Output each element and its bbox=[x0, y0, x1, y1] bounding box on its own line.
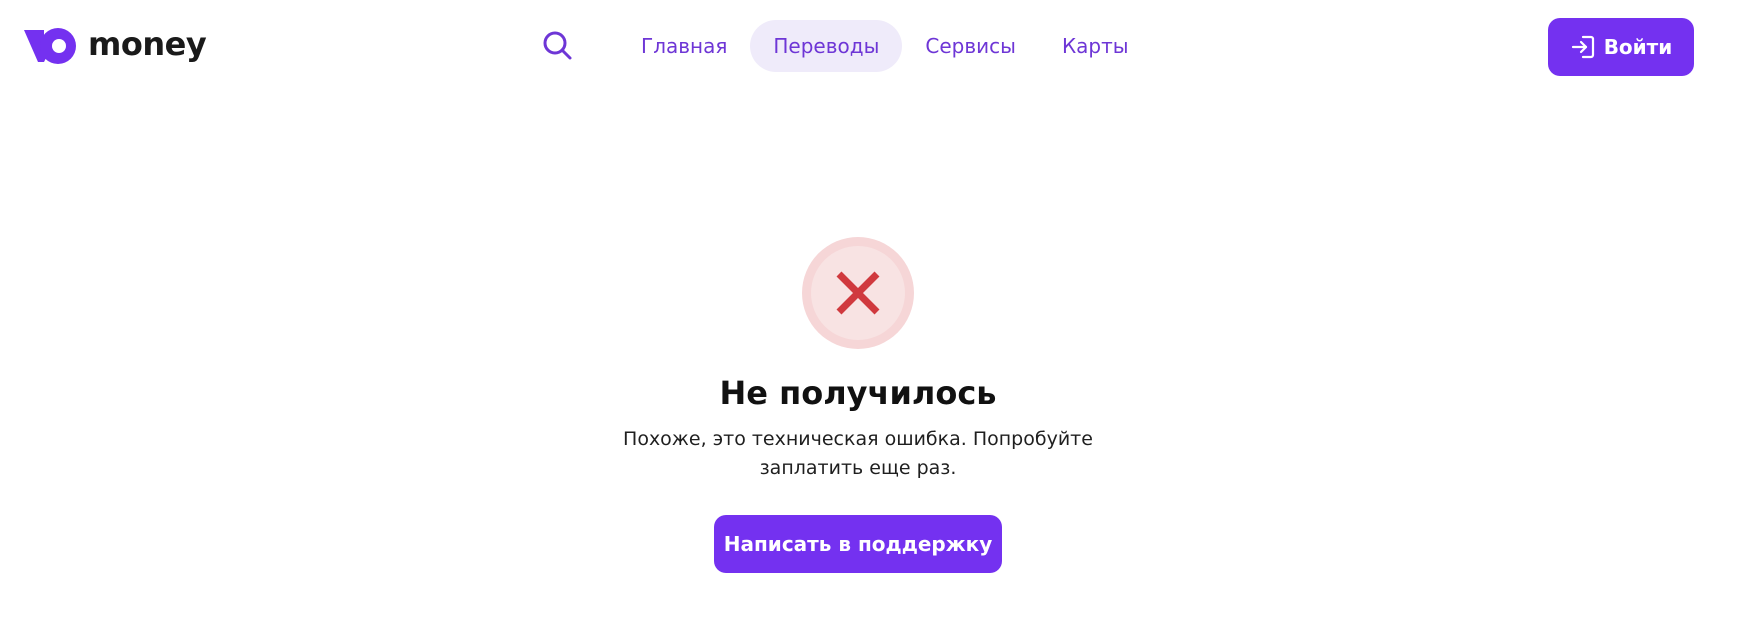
nav-item-transfers[interactable]: Переводы bbox=[750, 20, 903, 72]
error-panel: Не получилось Похоже, это техническая ош… bbox=[0, 92, 1750, 632]
login-icon bbox=[1571, 35, 1594, 59]
contact-support-button[interactable]: Написать в поддержку bbox=[714, 515, 1002, 573]
error-title: Не получилось bbox=[719, 374, 997, 412]
error-message: Похоже, это техническая ошибка. Попробуй… bbox=[623, 428, 1093, 479]
main-nav: Главная Переводы Сервисы Карты bbox=[536, 20, 1152, 72]
nav-item-services[interactable]: Сервисы bbox=[902, 20, 1039, 72]
logo-text: money bbox=[88, 25, 207, 63]
page: money Главная Переводы Сервисы Карты Вой… bbox=[0, 0, 1750, 632]
nav-item-home[interactable]: Главная bbox=[618, 20, 750, 72]
logo-link[interactable]: money bbox=[24, 24, 207, 68]
login-button[interactable]: Войти bbox=[1548, 18, 1694, 76]
login-label: Войти bbox=[1603, 35, 1673, 59]
search-icon bbox=[543, 31, 572, 60]
yoomoney-logo-icon bbox=[24, 28, 76, 64]
error-status-inner bbox=[811, 246, 905, 340]
nav-item-cards[interactable]: Карты bbox=[1039, 20, 1152, 72]
error-status-badge bbox=[802, 237, 914, 349]
contact-support-label: Написать в поддержку bbox=[723, 532, 993, 556]
error-cross-icon bbox=[836, 271, 880, 315]
site-header: money Главная Переводы Сервисы Карты Вой… bbox=[0, 0, 1750, 92]
search-button[interactable] bbox=[536, 24, 580, 68]
